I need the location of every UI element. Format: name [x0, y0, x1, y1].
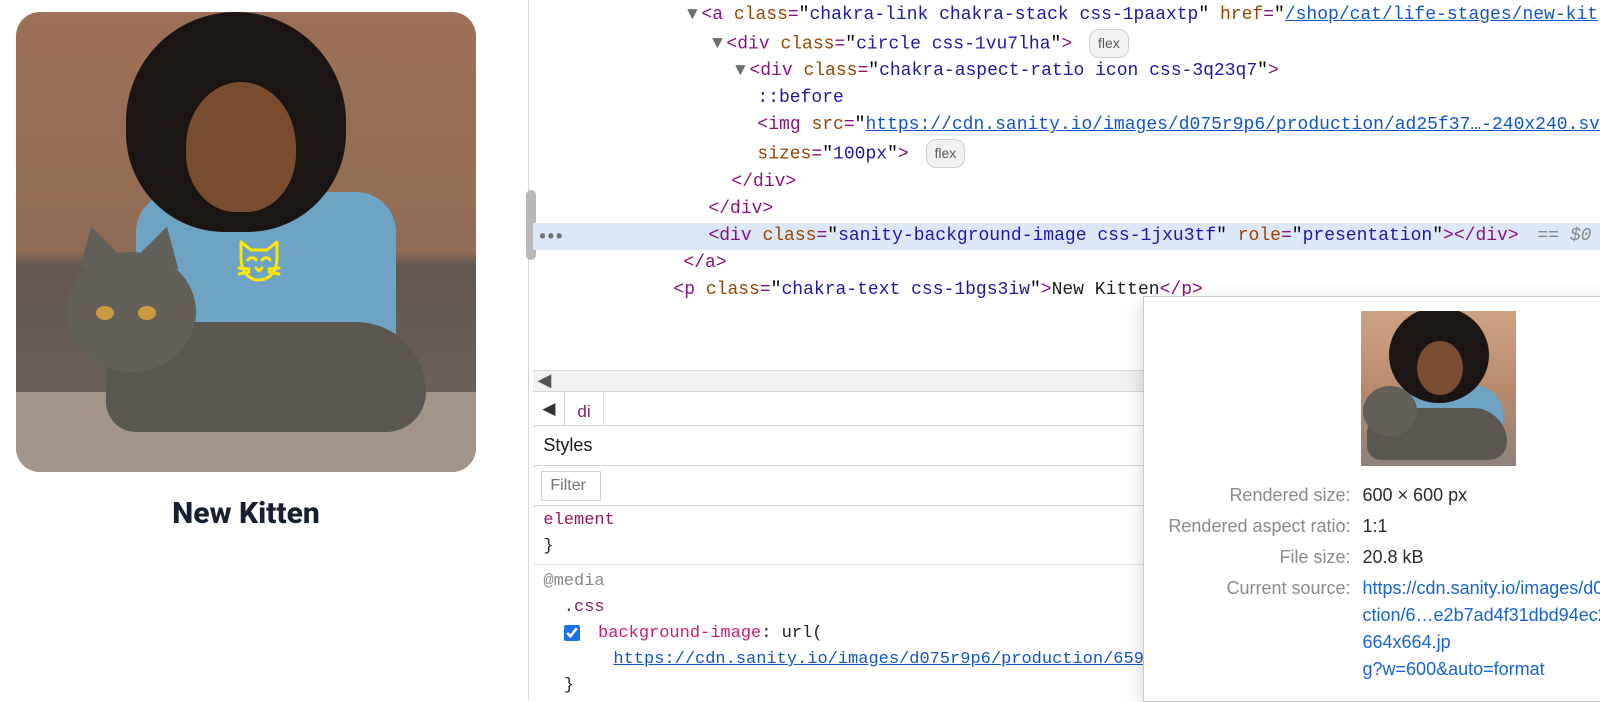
devtools-pane: ▼<a class="chakra-link chakra-stack css-…	[533, 0, 1600, 700]
card-caption: New Kitten	[16, 496, 476, 531]
value-current-source[interactable]: https://cdn.sanity.io/images/d075r9p6/pr…	[1357, 573, 1600, 685]
twisty-icon[interactable]: ▼	[683, 2, 701, 29]
property-toggle-checkbox[interactable]	[564, 625, 580, 641]
dom-node-img-cont[interactable]: sizes="100px"> flex	[533, 139, 1600, 168]
dom-close-div[interactable]: </div>	[533, 196, 1600, 223]
breadcrumb-scroll-left[interactable]: ◀	[533, 392, 565, 425]
breadcrumb-item[interactable]: di	[565, 392, 603, 425]
flex-badge[interactable]: flex	[926, 139, 966, 168]
value-rendered-size: 600 × 600 px	[1357, 480, 1600, 511]
page-preview-pane: New Kitten	[0, 0, 528, 700]
label-file-size: File size:	[1162, 542, 1356, 573]
dom-node-div-circle[interactable]: ▼<div class="circle css-1vu7lha"> flex	[533, 29, 1600, 58]
category-card[interactable]: New Kitten	[16, 12, 476, 531]
more-actions-icon[interactable]: •••	[539, 223, 564, 250]
eq0-indicator: == $0	[1537, 226, 1591, 246]
twisty-icon[interactable]: ▼	[708, 31, 726, 58]
value-file-size: 20.8 kB	[1357, 542, 1600, 573]
dom-node-div-aspect[interactable]: ▼<div class="chakra-aspect-ratio icon cs…	[533, 58, 1600, 85]
styles-filter-input[interactable]	[541, 471, 601, 501]
twisty-icon[interactable]: ▼	[731, 58, 749, 85]
dom-close-div[interactable]: </div>	[533, 169, 1600, 196]
dom-close-a[interactable]: </a>	[533, 250, 1600, 277]
label-rendered-size: Rendered size:	[1162, 480, 1356, 511]
label-aspect-ratio: Rendered aspect ratio:	[1162, 511, 1356, 542]
card-image	[16, 12, 476, 472]
cat-face-icon	[231, 232, 287, 288]
dom-node-selected[interactable]: ••• <div class="sanity-background-image …	[533, 223, 1600, 250]
scroll-left-icon[interactable]: ◀	[533, 371, 555, 393]
image-thumbnail	[1361, 311, 1516, 466]
image-hover-popover: Rendered size: 600 × 600 px Rendered asp…	[1143, 296, 1600, 702]
value-aspect-ratio: 1:1	[1357, 511, 1600, 542]
source-url-link[interactable]: https://cdn.sanity.io/images/d075r9p6/pr…	[1363, 578, 1600, 679]
tab-styles[interactable]: Styles	[541, 426, 594, 465]
flex-badge[interactable]: flex	[1089, 29, 1129, 58]
dom-node-img[interactable]: <img src="https://cdn.sanity.io/images/d…	[533, 112, 1600, 139]
dom-node-a[interactable]: ▼<a class="chakra-link chakra-stack css-…	[533, 2, 1600, 29]
label-current-source: Current source:	[1162, 573, 1356, 685]
dom-pseudo-before[interactable]: ::before	[533, 85, 1600, 112]
